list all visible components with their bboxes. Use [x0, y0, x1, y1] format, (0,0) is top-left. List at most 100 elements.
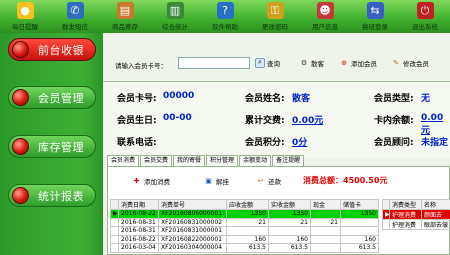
table-cell: 2016-08-22	[118, 209, 159, 219]
table-cell: 160	[268, 234, 311, 244]
birthday-label: 会员生日:	[117, 116, 157, 126]
toolbar-item-label: 综合统计	[162, 23, 188, 31]
table-cell: XF20160304000004	[158, 243, 227, 253]
column-header[interactable]: 消费类型	[389, 199, 422, 210]
birthday-value: 00-00	[163, 113, 192, 123]
toolbar-item-2[interactable]: ▤ 商品寄存	[100, 0, 150, 33]
table-row[interactable]: 2016-08-31 XF20160831000002 21 21 21	[110, 217, 379, 227]
column-header[interactable]: 名称	[421, 199, 450, 210]
table-cell: 613.5	[226, 243, 269, 253]
table-row[interactable]: 2016-08-22 XF20160822000001 160 160 160	[110, 234, 379, 244]
sales-table: 消费日期 消费单号 应收金额 实收金额 现金 储值卡 ▶ 2016-08-22 XF20160…	[110, 199, 379, 253]
phone-label: 联系电话:	[117, 138, 157, 148]
toolbar-item-label: 商品寄存	[112, 23, 138, 31]
sidebar-item-label: 库存管理	[38, 140, 84, 154]
sidebar-item-1[interactable]: 会员管理	[8, 86, 96, 109]
table-cell: 1350	[268, 209, 311, 219]
tab-1[interactable]: 会员交费	[140, 155, 173, 166]
spend-value[interactable]: 0.00元	[292, 113, 323, 126]
tab-4[interactable]: 余额变动	[239, 155, 272, 166]
table-row[interactable]: ▶ 护理消费 颜面去	[382, 209, 450, 220]
sidebar-item-3[interactable]: 统计报表	[8, 184, 96, 207]
table-row[interactable]: 2016-08-31 XF20160831000001	[110, 226, 379, 236]
tab-3[interactable]: 积分管理	[206, 155, 239, 166]
toolbar-item-label: 更改密码	[262, 23, 288, 31]
repay-label: 还款	[268, 178, 281, 186]
table-cell	[340, 217, 379, 227]
repay-button[interactable]: ↩ 还款	[256, 176, 281, 186]
card-number-input[interactable]	[178, 57, 250, 69]
table-cell	[310, 234, 341, 244]
query-button[interactable]: ⌕ 查询	[255, 56, 280, 69]
sidebar-item-2[interactable]: 库存管理	[8, 135, 96, 158]
top-toolbar: ● 每日提醒 ✆ 群发短信 ▤ 商品寄存 ▥ 综合统计? 软件帮助 ⚿ 更改密码 ☻ 用户信息 ⇆ 换班登录…	[0, 0, 450, 33]
member-search-bar: 请输入会员卡号： ⌕ 查询 ⚙ 散客 ⊕ 添加会员 ✎ 修改会员	[103, 33, 450, 82]
red-dot-icon	[12, 41, 29, 58]
guest-icon: ⚙	[300, 58, 308, 67]
column-header[interactable]: 实收金额	[268, 199, 311, 210]
toolbar-item-4[interactable]: ? 软件帮助	[200, 0, 250, 33]
table-row[interactable]: ▶ 2016-08-22 XF20160806000001 1350 1350 1350	[110, 209, 379, 219]
column-header[interactable]: 消费单号	[158, 199, 227, 210]
table-cell: 160	[340, 234, 379, 244]
column-header[interactable]: 消费日期	[118, 199, 159, 210]
sidebar-item-label: 统计报表	[38, 189, 84, 203]
toolbar-item-6[interactable]: ☻ 用户信息	[300, 0, 350, 33]
sidebar-item-0[interactable]: 前台收银	[8, 38, 96, 61]
table-cell: XF20160831000001	[158, 226, 227, 236]
edit-member-button-label: 修改会员	[403, 59, 429, 68]
tab-0[interactable]: 会员消费	[107, 155, 140, 166]
card-label: 会员卡号:	[117, 94, 157, 104]
table-cell	[110, 234, 119, 244]
column-header[interactable]: 储值卡	[340, 199, 379, 210]
repay-icon: ↩	[257, 177, 264, 185]
guest-button[interactable]: ⚙ 散客	[299, 56, 324, 69]
tab-5[interactable]: 备注提醒	[272, 155, 305, 166]
table-cell	[340, 226, 379, 236]
toolbar-item-0[interactable]: ● 每日提醒	[0, 0, 50, 33]
unhang-button[interactable]: ▣ 解挂	[204, 176, 229, 186]
column-header[interactable]	[382, 199, 390, 210]
tab-2[interactable]: 我的寄餐	[173, 155, 206, 166]
guest-button-label: 散客	[311, 59, 324, 68]
table-row[interactable]: 护理消费 眼部去皱	[382, 219, 450, 230]
red-dot-icon	[12, 138, 29, 155]
table-cell	[110, 243, 119, 253]
total-label: 消费总额：	[303, 176, 343, 185]
toolbar-item-1[interactable]: ✆ 群发短信	[50, 0, 100, 33]
toolbar-item-8[interactable]: ⏻ 退出系统	[400, 0, 450, 33]
login-icon: ⇆	[366, 2, 384, 19]
help-icon: ?	[216, 2, 234, 19]
member-info: 会员卡号: 00000 会员姓名: 散客 会员类型: 无 会员生日: 00-00…	[103, 83, 450, 158]
toolbar-item-label: 群发短信	[62, 23, 88, 31]
table-row[interactable]: 2016-03-04 XF20160304000004 613.5 613.5 613.…	[110, 243, 379, 253]
app-window: ● 每日提醒 ✆ 群发短信 ▤ 商品寄存 ▥ 综合统计? 软件帮助 ⚿ 更改密码 ☻ 用户信息 ⇆ 换班登录…	[0, 0, 450, 255]
points-label: 会员积分:	[245, 138, 285, 148]
consultant-label: 会员顾问:	[374, 138, 414, 148]
balance-value[interactable]: 0.00元	[421, 113, 450, 136]
column-header[interactable]: 现金	[310, 199, 341, 210]
toolbar-item-label: 每日提醒	[12, 23, 38, 31]
query-button-label: 查询	[267, 59, 280, 68]
points-value[interactable]: 0分	[292, 135, 307, 148]
edit-member-button[interactable]: ✎ 修改会员	[391, 56, 429, 69]
card-number-label: 请输入会员卡号：	[115, 62, 167, 70]
toolbar-item-label: 退出系统	[412, 23, 438, 31]
add-member-icon: ⊕	[341, 58, 347, 67]
column-header[interactable]: 应收金额	[226, 199, 269, 210]
consultant-value: 未指定	[421, 138, 449, 148]
toolbar-item-5[interactable]: ⚿ 更改密码	[250, 0, 300, 33]
toolbar-item-3[interactable]: ▥ 综合统计	[150, 0, 200, 33]
toolbar-item-7[interactable]: ⇆ 换班登录	[350, 0, 400, 33]
box-icon: ▤	[116, 2, 134, 19]
add-consume-button[interactable]: ✚ 添加消费	[132, 176, 170, 186]
toolbar-item-label: 用户信息	[312, 23, 338, 31]
balance-label: 卡内余额:	[374, 116, 414, 126]
main-panel: 请输入会员卡号： ⌕ 查询 ⚙ 散客 ⊕ 添加会员 ✎ 修改会员 会员卡号: 0…	[103, 33, 450, 255]
add-member-button[interactable]: ⊕ 添加会员	[339, 56, 377, 69]
table-cell: 21	[226, 217, 269, 227]
detail-table: 消费类型 名称 ▶ 护理消费 颜面去 护理消费 眼部去皱	[382, 199, 450, 230]
column-header[interactable]	[110, 199, 119, 210]
user-icon: ☻	[316, 2, 334, 19]
toolbar-item-label: 换班登录	[362, 23, 388, 31]
